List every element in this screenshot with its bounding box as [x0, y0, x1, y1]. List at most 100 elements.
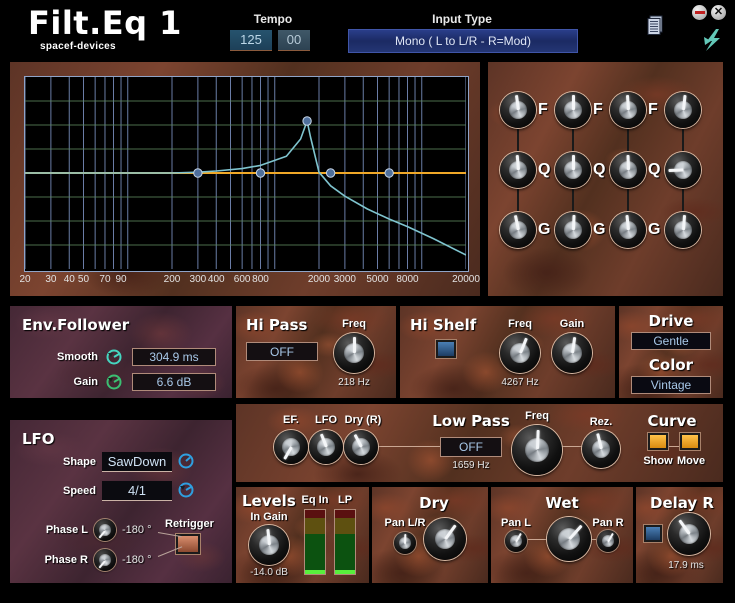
drive-color-panel: Drive Gentle Color Vintage — [619, 306, 723, 398]
eq-node-handle[interactable] — [193, 168, 203, 178]
lp-mod-lfo-knob[interactable] — [309, 430, 343, 464]
minimize-button[interactable] — [692, 5, 707, 20]
tempo-subdivision-field[interactable]: 00 — [278, 30, 310, 51]
brand-label: spacef-devices — [40, 41, 116, 52]
eq-row-label-q: Q — [593, 161, 606, 178]
eq-band-4-g-knob[interactable] — [665, 212, 701, 248]
knob-connector — [517, 128, 519, 152]
phase-l-knob[interactable] — [94, 519, 116, 541]
dry-level-knob[interactable] — [424, 518, 466, 560]
lfo-shape-reset-icon[interactable] — [178, 453, 194, 469]
env-gain-reset-icon[interactable] — [106, 374, 122, 390]
tempo-label: Tempo — [253, 12, 293, 26]
wet-pan-r-knob[interactable] — [597, 530, 619, 552]
hi-shelf-freq-knob[interactable] — [500, 333, 540, 373]
lfo-shape-label: Shape — [62, 456, 96, 468]
eq-band-2-q-knob[interactable] — [555, 152, 591, 188]
smooth-value[interactable]: 304.9 ms — [132, 348, 216, 366]
tempo-bpm-field[interactable]: 125 — [230, 30, 272, 51]
in-gain-knob[interactable] — [249, 525, 289, 565]
env-follower-panel: Env.Follower Smooth 304.9 ms Gain 6.6 dB — [10, 306, 232, 398]
document-icon[interactable] — [645, 15, 665, 37]
smooth-label: Smooth — [57, 351, 98, 363]
phase-r-label: Phase R — [44, 554, 88, 566]
color-select[interactable]: Vintage — [631, 376, 711, 394]
knob-connector — [627, 188, 629, 212]
env-gain-value[interactable]: 6.6 dB — [132, 373, 216, 391]
eq-response-curve — [25, 120, 467, 256]
wet-level-knob[interactable] — [547, 517, 591, 561]
eq-node-handle[interactable] — [325, 168, 336, 178]
delay-r-title: Delay R — [650, 494, 714, 512]
low-pass-freq-knob[interactable] — [512, 425, 562, 475]
phase-r-knob[interactable] — [94, 549, 116, 571]
knob-pointer — [571, 214, 576, 231]
eq-band-3-g-knob[interactable] — [610, 212, 646, 248]
curve-show-button[interactable] — [648, 433, 668, 450]
low-pass-toggle[interactable]: OFF — [440, 437, 502, 457]
hi-pass-toggle[interactable]: OFF — [246, 342, 318, 361]
eq-node-handle[interactable] — [302, 116, 312, 126]
eq-response-graph[interactable] — [24, 76, 469, 272]
wet-pan-l-knob[interactable] — [505, 530, 527, 552]
close-button[interactable]: ✕ — [711, 5, 726, 20]
low-pass-panel: EF. LFO Dry (R) Low Pass OFF 1659 Hz Fre… — [236, 404, 723, 482]
low-pass-rez-knob[interactable] — [582, 430, 620, 468]
eq-row-label-f: F — [538, 101, 548, 118]
curve-show-label: Show — [643, 455, 673, 467]
axis-tick-label: 50 — [77, 274, 90, 285]
dry-title: Dry — [419, 494, 449, 512]
hi-shelf-gain-knob[interactable] — [552, 333, 592, 373]
eq-band-4-q-knob[interactable] — [665, 152, 701, 188]
knob-pointer — [571, 155, 575, 170]
knob-pointer — [515, 154, 520, 171]
curve-move-label: Move — [676, 455, 706, 467]
eq-band-4-f-knob[interactable] — [665, 92, 701, 128]
eq-band-2-f-knob[interactable] — [555, 92, 591, 128]
eq-band-2-g-knob[interactable] — [555, 212, 591, 248]
lp-mod-dry-knob[interactable] — [344, 430, 378, 464]
retrigger-button[interactable] — [176, 534, 200, 554]
delay-r-knob[interactable] — [668, 513, 710, 555]
in-gain-value: -14.0 dB — [250, 567, 288, 578]
dry-pan-knob[interactable] — [394, 532, 416, 554]
plugin-window: Filt.Eq 1 spacef-devices Tempo 125 00 In… — [0, 0, 735, 603]
meter-eq-in — [304, 509, 326, 575]
axis-tick-label: 20 — [19, 274, 31, 285]
lp-mod-ef-knob[interactable] — [274, 430, 308, 464]
hi-pass-freq-knob[interactable] — [334, 333, 374, 373]
meter-lp-level — [335, 570, 355, 574]
lp-mod-dry-label: Dry (R) — [344, 414, 382, 426]
eq-node-handle[interactable] — [384, 168, 394, 178]
lfo-speed-reset-icon[interactable] — [178, 482, 194, 498]
eq-graph-frame: 20 30 40 50 70 90 200 300 400 600 800 2000 3000 5000 8… — [10, 62, 480, 296]
retrigger-label: Retrigger — [165, 518, 214, 530]
lfo-panel: LFO Shape SawDown Speed 4/1 Phase L -180… — [10, 420, 232, 583]
eq-node-handle[interactable] — [255, 168, 266, 178]
hi-pass-freq-label: Freq — [342, 318, 366, 330]
hi-shelf-gain-label: Gain — [559, 318, 585, 330]
eq-band-1-g-knob[interactable] — [500, 212, 536, 248]
input-type-select[interactable]: Mono ( L to L/R - R=Mod) — [348, 29, 578, 53]
knob-pointer — [667, 168, 684, 173]
drive-select[interactable]: Gentle — [631, 332, 711, 350]
smooth-reset-icon[interactable] — [106, 349, 122, 365]
lfo-shape-select[interactable]: SawDown — [102, 452, 172, 472]
lfo-speed-select[interactable]: 4/1 — [102, 481, 172, 501]
curve-move-button[interactable] — [680, 433, 700, 450]
drive-label: Drive — [648, 312, 694, 330]
eq-band-1-q-knob[interactable] — [500, 152, 536, 188]
hi-shelf-enable-button[interactable] — [436, 340, 456, 358]
axis-tick-label: 70 — [99, 274, 111, 285]
delay-r-enable-button[interactable] — [644, 525, 662, 542]
levels-panel: Levels In Gain -14.0 dB Eq In LP — [236, 487, 369, 583]
eq-band-1-f-knob[interactable] — [500, 92, 536, 128]
lfo-title: LFO — [22, 430, 55, 448]
phase-l-label: Phase L — [45, 524, 88, 536]
eq-band-3-q-knob[interactable] — [610, 152, 646, 188]
axis-tick-label: 800 — [252, 274, 269, 285]
knob-connector — [572, 188, 574, 212]
hi-shelf-freq-value: 4267 Hz — [501, 377, 539, 388]
hi-shelf-title: Hi Shelf — [410, 316, 477, 334]
eq-band-3-f-knob[interactable] — [610, 92, 646, 128]
